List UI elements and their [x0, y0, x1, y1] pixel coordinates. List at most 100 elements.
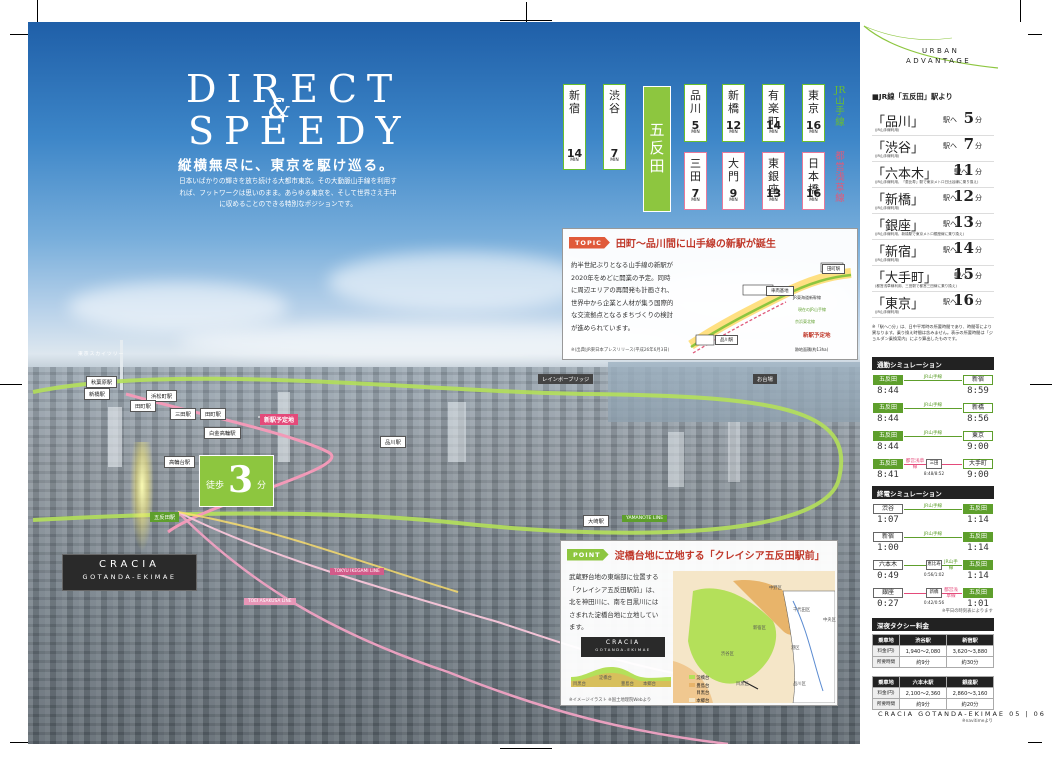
time-row-shinjuku: 「新宿」 駅へ 14 分 (JR山手線利用) [872, 239, 994, 266]
jr-footnote: ※「駅へ○分」は、日中平常時の所要時間であり、時間帯により異なります。乗り換え時… [872, 324, 993, 341]
walk-time-badge: 徒歩 3 分 [199, 455, 274, 507]
taxi-heading: 深夜タクシー料金 [872, 618, 994, 631]
crop-mark [10, 34, 28, 35]
map-label-line2: 京浜東北線 [795, 319, 815, 324]
crop-mark [1030, 384, 1052, 385]
crop-mark [500, 748, 552, 749]
last-train-heading: 終電シミュレーション [872, 486, 994, 499]
taxi-table: 乗車地 六本木駅 銀座駅 料金(円) 2,100～2,360 2,860～3,160 所… [871, 676, 994, 710]
point-tag: POINT [567, 548, 609, 561]
headline-subtitle: 縦横無尽に、東京を駆け巡る。 [178, 158, 395, 174]
station-card-shibuya: 渋谷 7 MIN [603, 84, 626, 170]
map-area-shinagawa: 品川区 [793, 682, 806, 687]
crop-mark [1028, 742, 1042, 743]
cross-label-toshima: 豊島台 [621, 682, 634, 687]
commute-row: 五反田 JR山手線 東京 8:44 9:00 [872, 431, 994, 458]
access-panel: URBAN ADVANTAGE ■JR線「五反田」駅より 「品川」 駅へ 5 分 (JR… [862, 20, 1000, 744]
label-akihabara: 秋葉原駅 [86, 376, 118, 388]
topic-body: 約半世紀ぶりとなる山手線の新駅が2020年をめどに開業の予定。同時に周辺エリアの… [571, 261, 674, 332]
taxi-note: ※navitimeより [962, 719, 993, 724]
map-area-meguro: 目黒区 [736, 682, 749, 687]
station-card-shinjuku: 新宿 14 MIN [563, 84, 586, 170]
cross-label-meguro: 目黒台 [573, 682, 586, 687]
time-row-shinagawa: 「品川」 駅へ 5 分 (JR山手線利用) [872, 109, 994, 136]
last-train-row: 渋谷 JR山手線 五反田 1:07 1:14 [872, 504, 994, 531]
map-label-depot: 車両基地 [766, 286, 794, 296]
map-area-chuo: 中央区 [823, 618, 836, 623]
label-yamanote-line: YAMANOTE LINE [622, 515, 668, 522]
station-card-nihonbashi: 日本橋 16 MIN [802, 152, 825, 210]
plateau-legend: 淀橋台 豊島台 目黒台 本郷台 [689, 675, 709, 705]
point-logo: CRACIA GOTANDA-EKIMAE [581, 637, 665, 657]
label-ikegami-line: TOKYU IKEGAMI LINE [330, 568, 384, 575]
topic-source: ※(出典)JR東日本プレスリリース(平成26年6月3日) [571, 348, 670, 353]
crop-mark [526, 2, 527, 22]
topic-title: 田町～品川間に山手線の新駅が誕生 [615, 239, 776, 250]
commute-row: 五反田 都営浅草線 三田 8:48/8:52 大手町 8:41 9:00 [872, 459, 994, 486]
headline-speedy: SPEEDY [188, 109, 411, 153]
station-card-daimon: 大門 9 MIN [722, 152, 745, 210]
label-tamachi-yel: 田町駅 [130, 400, 156, 412]
station-card-shinbashi: 新橋 12 MIN [722, 84, 745, 142]
topic-tag: TOPIC [569, 236, 610, 249]
aerial-photo-spread: DIRECT & SPEEDY 縦横無尽に、東京を駆け巡る。 日本いばかりの輝き… [28, 22, 860, 744]
map-area-minato: 港区 [791, 646, 800, 651]
time-row-roppongi: 「六本木」 駅へ 11 分 (JR山手線利用、「恵比寿」駅で東京メトロ日比谷線に乗り換え… [872, 161, 994, 188]
last-train-row: 六本木 JR山手線 恵比寿 0:56/1:02 五反田 0:49 1:14 [872, 560, 994, 587]
label-skytree: 東京スカイツリー [78, 352, 125, 357]
crop-mark [10, 742, 28, 743]
label-new-station: 新駅予定地 [260, 414, 299, 425]
toei-asakusa-label: 都営浅草線 [835, 151, 845, 204]
last-train-note: ※平日の時刻表によります [942, 609, 993, 614]
topic-card: TOPIC 田町～品川間に山手線の新駅が誕生 約半世紀ぶりとなる山手線の新駅が20… [562, 228, 858, 360]
crop-mark [1028, 34, 1042, 35]
map-label-shinagawa: 品川駅 [715, 335, 739, 345]
station-card-shinagawa: 品川 5 MIN [684, 84, 707, 142]
crop-mark [37, 0, 38, 22]
map-label-line1: JR東海道新幹線 [793, 295, 821, 300]
label-shirokane: 白金高輪駅 [204, 427, 241, 439]
jr-times-heading: ■JR線「五反田」駅より [872, 92, 953, 101]
label-mita: 三田駅 [170, 408, 196, 420]
advantage-label: ADVANTAGE [906, 57, 972, 65]
point-title: 淀橋台地に立地する「クレイシア五反田駅前」 [614, 551, 825, 562]
map-area-shinjuku: 新宿区 [753, 626, 766, 631]
station-card-higashiginza: 東銀座 13 MIN [762, 152, 785, 210]
map-label-size: 跡地面積(約13ha) [795, 347, 829, 352]
map-label-tamachi: 田町駅 [822, 264, 846, 274]
label-odaiba: お台場 [753, 374, 777, 384]
label-takanawadai: 高輪台駅 [164, 456, 196, 468]
cross-label-hongo: 本郷台 [643, 682, 656, 687]
crop-mark [1020, 0, 1021, 22]
time-row-ginza: 「銀座」 駅へ 13 分 (JR山手線利用、新橋駅で東京メトロ銀座線に乗り換え) [872, 213, 994, 240]
taxi-table: 乗車地 渋谷駅 新宿駅 料金(円) 1,940～2,080 3,620～3,880 所要… [871, 634, 994, 668]
map-label-area: 新駅予定地 [803, 333, 831, 339]
commute-row: 五反田 JR山手線 新宿 8:44 8:59 [872, 375, 994, 402]
point-note: ※イメージイラスト ※国土地理院Webより [569, 698, 652, 703]
property-glow [130, 442, 154, 552]
time-row-otemachi: 「大手町」 駅へ 15 分 (都営浅草線利用、三田駅で都営三田線に乗り換え) [872, 265, 994, 292]
map-area-nakano: 中野区 [769, 586, 782, 591]
label-shinbashi: 新橋駅 [84, 388, 110, 400]
map-label-legend1: 現在のJR山手線 [798, 307, 826, 312]
label-osaki: 大崎駅 [583, 515, 609, 527]
label-rainbow-bridge: レインボーブリッジ [538, 374, 594, 384]
station-card-yurakucho: 有楽町 14 MIN [762, 84, 785, 142]
hub-station-gotanda: 五反田 [643, 86, 671, 212]
urban-label: URBAN [922, 47, 960, 55]
map-area-shibuya: 渋谷区 [721, 652, 734, 657]
time-row-shibuya: 「渋谷」 駅へ 7 分 (JR山手線利用) [872, 135, 994, 162]
jr-yamanote-label: JR山手線 [834, 85, 846, 128]
headline-direct: DIRECT [186, 67, 403, 111]
property-logo: CRACIA GOTANDA-EKIMAE [62, 554, 197, 591]
time-row-shinbashi: 「新橋」 駅へ 12 分 (JR山手線利用) [872, 187, 994, 214]
intro-text: 日本いばかりの輝きを放ち続ける大都市東京。その大動脈山手線を利用すれば、フットワ… [179, 177, 397, 208]
cross-label-yodobashi: 淀橋台 [599, 676, 612, 681]
label-asakusa-line: TOEI ASAKUSA LINE [244, 598, 296, 605]
page-footer: CRACIA GOTANDA-EKIMAE 05 | 06 [878, 710, 1046, 718]
station-card-tokyo: 東京 16 MIN [802, 84, 825, 142]
label-tamachi: 田町駅 [200, 408, 226, 420]
label-shinagawa: 品川駅 [380, 436, 406, 448]
time-row-tokyo: 「東京」 駅へ 16 分 (JR山手線利用) [872, 291, 994, 318]
point-body: 武蔵野台地の東端部に位置する「クレイシア五反田駅前」は、北を神田川に、南を目黒川… [569, 573, 659, 632]
